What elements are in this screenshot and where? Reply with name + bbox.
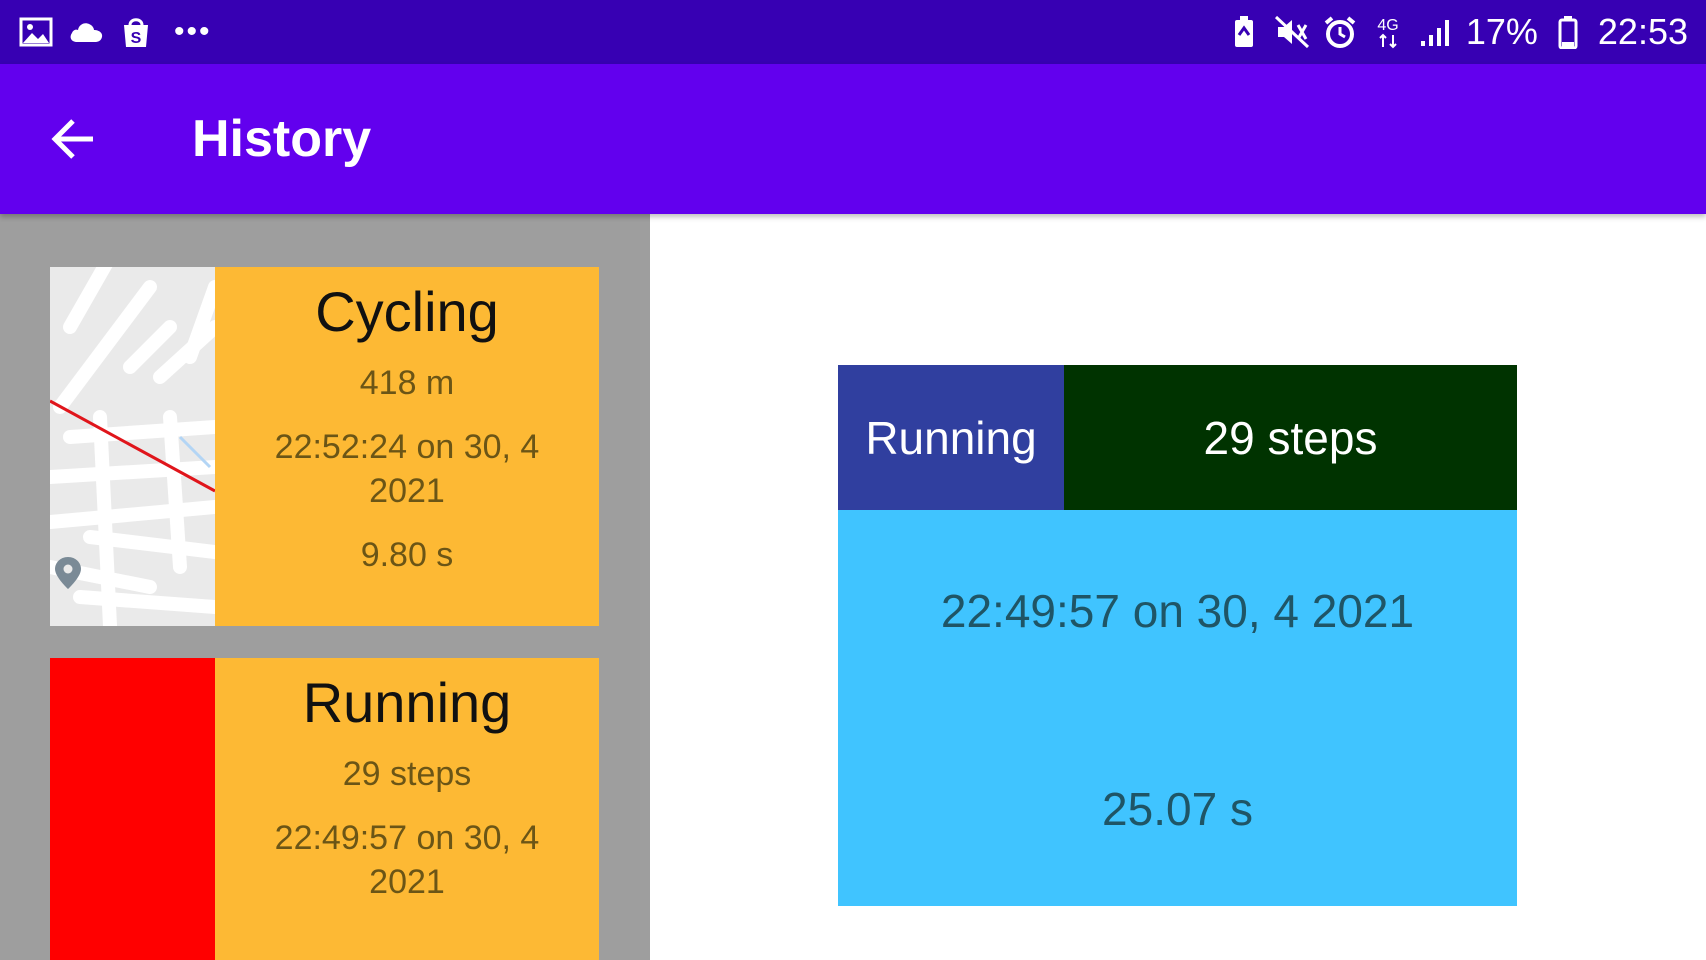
battery-icon <box>1550 14 1586 50</box>
card-datetime: 22:49:57 on 30, 4 2021 <box>274 819 540 901</box>
page-title: History <box>192 110 372 168</box>
map-thumbnail <box>50 267 215 626</box>
detail-activity-type: Running <box>838 365 1064 510</box>
history-list[interactable]: Cycling 418 m 22:52:24 on 30, 4 2021 9.8… <box>0 214 650 960</box>
detail-header: Running 29 steps <box>838 365 1517 510</box>
shopping-bag-icon: S <box>118 14 154 50</box>
network-4g-icon: 4G <box>1370 14 1406 50</box>
alarm-clock-icon <box>1322 14 1358 50</box>
detail-steps: 29 steps <box>1064 365 1517 510</box>
card-content: Cycling 418 m 22:52:24 on 30, 4 2021 9.8… <box>215 267 599 626</box>
red-thumbnail <box>50 658 215 960</box>
card-steps: 29 steps <box>342 755 472 793</box>
history-card-cycling[interactable]: Cycling 418 m 22:52:24 on 30, 4 2021 9.8… <box>50 267 599 626</box>
card-datetime: 22:52:24 on 30, 4 2021 <box>274 428 540 510</box>
arrow-back-icon <box>51 119 93 159</box>
app-bar: History <box>0 64 1706 214</box>
status-bar-right-icons: 4G 17% 22:53 <box>1226 10 1688 54</box>
signal-icon <box>1418 14 1454 50</box>
detail-datetime: 22:49:57 on 30, 4 2021 <box>940 585 1415 637</box>
card-duration: 9.80 s <box>360 536 454 574</box>
back-button[interactable] <box>40 106 106 172</box>
status-bar: S ••• 4G 17% 22:53 <box>0 0 1706 64</box>
card-activity-type: Running <box>302 671 512 734</box>
history-card-running[interactable]: Running 29 steps 22:49:57 on 30, 4 2021 <box>50 658 599 960</box>
svg-text:S: S <box>131 30 142 47</box>
cloud-icon <box>68 14 104 50</box>
status-bar-left-icons: S ••• <box>18 14 212 50</box>
detail-duration: 25.07 s <box>1102 783 1253 835</box>
card-content: Running 29 steps 22:49:57 on 30, 4 2021 <box>215 658 599 960</box>
card-distance: 418 m <box>359 364 455 402</box>
battery-saver-icon <box>1226 14 1262 50</box>
svg-text:4G: 4G <box>1377 17 1398 34</box>
more-dots-icon: ••• <box>174 15 212 48</box>
status-time: 22:53 <box>1597 11 1688 52</box>
activity-detail-panel: Running 29 steps 22:49:57 on 30, 4 2021 … <box>838 365 1517 906</box>
card-activity-type: Cycling <box>315 280 499 343</box>
battery-percent: 17% <box>1465 11 1538 52</box>
vibrate-mute-icon <box>1274 14 1310 50</box>
gallery-icon <box>18 14 54 50</box>
